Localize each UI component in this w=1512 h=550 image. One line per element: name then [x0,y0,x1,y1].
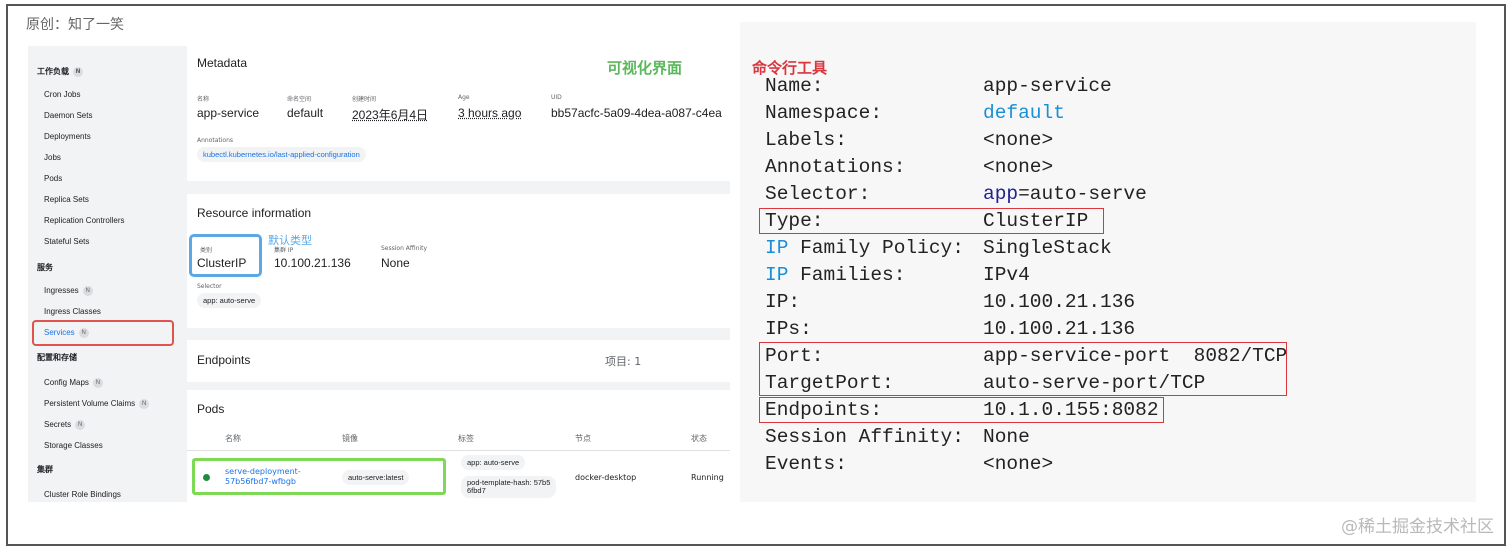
cli-key: IP Families: [765,264,906,286]
cli-value: <none> [983,129,1054,151]
cli-key: Labels: [765,129,847,151]
cli-key: Name: [765,75,824,97]
sidebar-item-stateful-sets[interactable]: Stateful Sets [44,237,89,246]
cli-value: None [983,426,1030,448]
pod-status: Running [691,473,724,482]
cli-key: Session Affinity: [765,426,964,448]
cli-key: IPs: [765,318,812,340]
session-affinity-value: None [381,256,410,270]
dashboard-detail-panel: Metadata 名称 app-service 命名空间 default 创建时… [184,46,730,502]
session-affinity-label: Session Affinity [381,245,428,252]
new-badge: N [92,378,103,388]
selector-chip: app: auto-serve [197,293,262,308]
pods-title: Pods [197,402,225,416]
annotations-label: Annotations [197,137,234,144]
type-highlight-box [189,234,262,277]
metadata-title: Metadata [197,56,248,70]
sidebar-section-config-storage: 配置和存储 [37,353,77,362]
sidebar-section-service: 服务 [37,263,53,272]
sidebar-item-ingress-classes[interactable]: Ingress Classes [44,307,101,316]
selector-label: Selector [197,283,222,290]
sidebar-item-replica-sets[interactable]: Replica Sets [44,195,89,204]
cli-value: app=auto-serve [983,183,1147,205]
sidebar-section-workloads: 工作负载 N [37,66,83,77]
endpoints-title: Endpoints [197,353,251,367]
pod-label-chip: pod-template-hash: 57b5 6fbd7 [461,476,557,498]
sidebar-section-cluster: 集群 [37,465,53,474]
watermark: @稀土掘金技术社区 [1341,517,1494,537]
pod-label-chip: app: auto-serve [461,455,526,470]
col-name: 名称 [225,434,241,443]
name-value: app-service [197,106,260,120]
cli-key: Annotations: [765,156,906,178]
cli-key: Namespace: [765,102,883,124]
annotation-chip[interactable]: kubectl.kubernetes.io/last-applied-confi… [197,147,366,162]
cli-value: IPv4 [983,264,1030,286]
sidebar-item-daemon-sets[interactable]: Daemon Sets [44,111,92,120]
cli-key: IP: [765,291,801,313]
cli-key: IP Family Policy: [765,237,964,259]
sidebar-item-cron-jobs[interactable]: Cron Jobs [44,90,80,99]
new-badge: N [75,420,86,430]
sidebar-item-config-maps[interactable]: Config Maps N [44,378,103,388]
resource-info-title: Resource information [197,206,312,220]
uid-value: bb57acfc-5a09-4dea-a087-c4ea [551,106,722,120]
created-label: 创建时间 [352,96,377,103]
sidebar-nav: 工作负载 N Cron Jobs Daemon Sets Deployments … [28,46,184,502]
cluster-ip-value: 10.100.21.136 [274,256,351,270]
cli-value: 10.100.21.136 [983,291,1136,313]
sidebar-item-ingresses[interactable]: Ingresses N [44,286,93,296]
sidebar-item-pods[interactable]: Pods [44,174,62,183]
type-row-highlight [759,208,1104,234]
pod-node: docker-desktop [575,473,637,482]
cli-value: <none> [983,453,1054,475]
sidebar-item-replication-controllers[interactable]: Replication Controllers [44,216,124,225]
created-value: 2023年6月4日 [352,108,429,122]
cli-value: <none> [983,156,1054,178]
namespace-label: 命名空间 [287,96,312,103]
name-label: 名称 [197,96,210,103]
age-label: Age [458,94,470,101]
col-node: 节点 [575,434,591,443]
new-badge: N [73,66,83,77]
namespace-value: default [287,106,324,120]
sidebar-item-pvc[interactable]: Persistent Volume Claims N [44,399,150,409]
new-badge: N [82,286,93,296]
sidebar-item-secrets[interactable]: Secrets N [44,420,86,430]
col-status: 状态 [691,434,707,443]
endpoints-row-highlight [759,397,1164,423]
endpoints-card: Endpoints 项目: 1 [187,340,730,382]
endpoints-count: 项目: 1 [605,355,642,368]
pod-highlight-box [192,458,446,495]
cli-value: 10.100.21.136 [983,318,1136,340]
table-divider [187,450,730,451]
sidebar-item-storage-classes[interactable]: Storage Classes [44,441,103,450]
uid-label: UID [551,94,562,101]
services-highlight-box [32,320,174,346]
port-rows-highlight [759,342,1287,396]
sidebar-item-cluster-role-bindings[interactable]: Cluster Role Bindings [44,490,121,499]
cli-value: default [983,102,1065,124]
age-value: 3 hours ago [458,106,522,120]
cli-key: Selector: [765,183,871,205]
cli-value: SingleStack [983,237,1112,259]
col-labels: 标签 [458,434,474,443]
cli-key: Events: [765,453,847,475]
col-image: 镜像 [342,434,358,443]
origin-credit: 原创：知了一笑 [26,17,124,33]
sidebar-item-deployments[interactable]: Deployments [44,132,91,141]
new-badge: N [139,399,150,409]
resource-info-card: Resource information 类别 ClusterIP 集群 IP … [187,194,730,328]
default-type-annotation: 默认类型 [268,234,312,247]
sidebar-item-jobs[interactable]: Jobs [44,153,61,162]
gui-section-title: 可视化界面 [607,59,683,77]
cli-value: app-service [983,75,1112,97]
